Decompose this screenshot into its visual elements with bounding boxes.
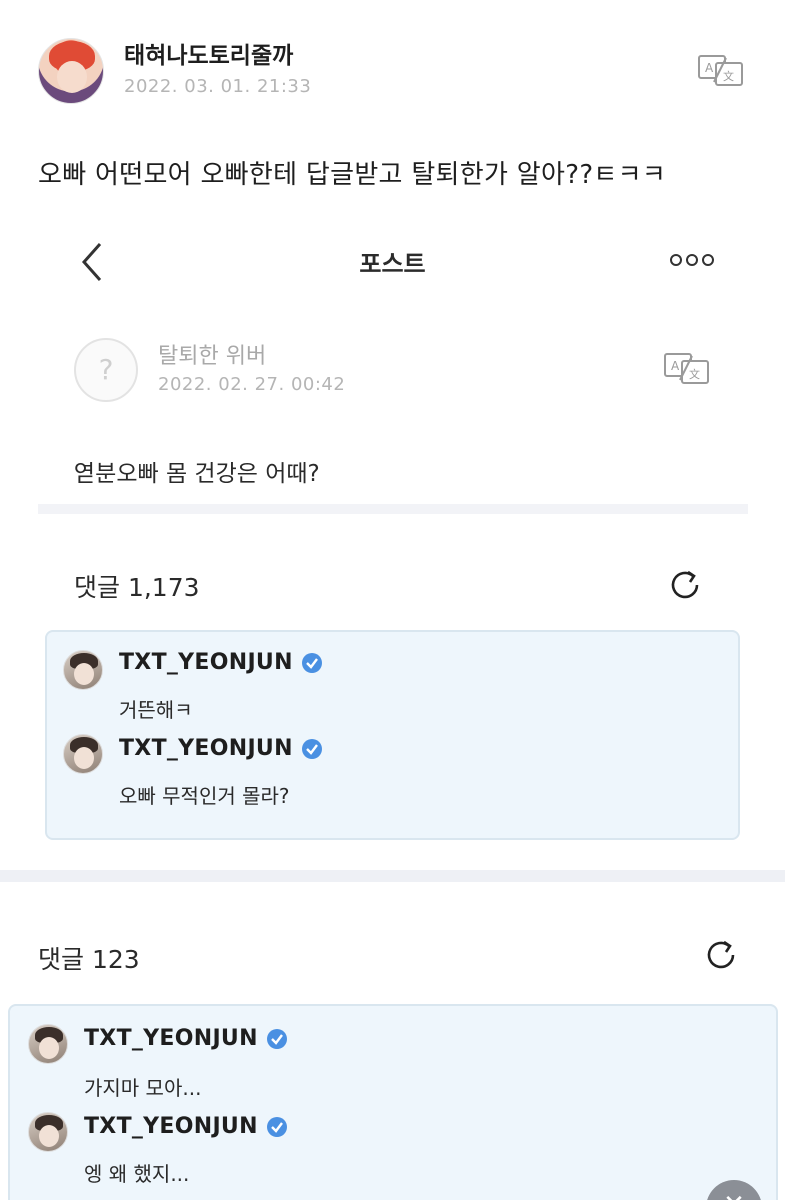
avatar[interactable] xyxy=(63,734,103,774)
avatar-face xyxy=(39,1125,59,1147)
svg-text:文: 文 xyxy=(689,367,700,381)
reply-author-name: TXT_YEONJUN xyxy=(119,650,293,675)
avatar[interactable] xyxy=(63,650,103,690)
reply-box: TXT_YEONJUN 가지마 모아... TXT_YEONJUN 엥 왜 했지… xyxy=(8,1004,778,1200)
more-dot xyxy=(670,254,682,266)
reply-text: 오빠 무적인거 몰라? xyxy=(119,784,290,808)
reply-author-name: TXT_YEONJUN xyxy=(84,1114,258,1139)
avatar-face xyxy=(57,61,87,93)
reply-text: 가지마 모아... xyxy=(84,1076,202,1100)
embedded-post-text: 엳분오빠 몸 건강은 어때? xyxy=(74,461,320,487)
reply-author[interactable]: TXT_YEONJUN xyxy=(119,650,323,675)
page-title: 포스트 xyxy=(359,250,426,278)
post-text: 오빠 어떤모어 오빠한테 답글받고 탈퇴한가 알아??ㅌㅋㅋ xyxy=(38,160,667,190)
translate-icon[interactable]: A 文 xyxy=(698,54,744,86)
more-icon[interactable] xyxy=(670,254,714,266)
avatar-face xyxy=(74,747,94,769)
verified-badge-icon xyxy=(301,738,322,759)
svg-text:A: A xyxy=(671,359,680,373)
verified-badge-icon xyxy=(301,652,322,673)
svg-text:A: A xyxy=(705,61,714,75)
refresh-icon[interactable] xyxy=(702,936,740,974)
more-dot xyxy=(686,254,698,266)
translate-icon[interactable]: A 文 xyxy=(664,352,710,384)
reply-author[interactable]: TXT_YEONJUN xyxy=(84,1114,288,1139)
author-avatar[interactable] xyxy=(38,38,104,104)
avatar-face xyxy=(39,1037,59,1059)
reply-author[interactable]: TXT_YEONJUN xyxy=(119,736,323,761)
comments-count: 댓글 123 xyxy=(38,945,140,974)
reply-author[interactable]: TXT_YEONJUN xyxy=(84,1026,288,1051)
reply-author-name: TXT_YEONJUN xyxy=(119,736,293,761)
reply-text: 엥 왜 했지... xyxy=(84,1162,190,1186)
author-name[interactable]: 태혀나도토리줄까 xyxy=(124,36,293,70)
comments-count: 댓글 1,173 xyxy=(74,573,200,602)
avatar[interactable] xyxy=(28,1024,68,1064)
divider xyxy=(38,504,748,514)
refresh-icon[interactable] xyxy=(666,566,704,604)
deleted-post-date: 2022. 02. 27. 00:42 xyxy=(158,374,346,395)
reply-text: 거뜬해ㅋ xyxy=(119,698,193,722)
verified-badge-icon xyxy=(266,1028,287,1049)
verified-badge-icon xyxy=(266,1116,287,1137)
divider xyxy=(0,870,785,882)
reply-author-name: TXT_YEONJUN xyxy=(84,1026,258,1051)
post-date: 2022. 03. 01. 21:33 xyxy=(124,76,312,97)
deleted-user-avatar: ? xyxy=(74,338,138,402)
svg-text:文: 文 xyxy=(723,69,734,83)
deleted-user-name: 탈퇴한 위버 xyxy=(158,344,267,369)
avatar[interactable] xyxy=(28,1112,68,1152)
avatar-face xyxy=(74,663,94,685)
reply-box: TXT_YEONJUN 거뜬해ㅋ TXT_YEONJUN 오빠 무적인거 몰라? xyxy=(45,630,740,840)
more-dot xyxy=(702,254,714,266)
